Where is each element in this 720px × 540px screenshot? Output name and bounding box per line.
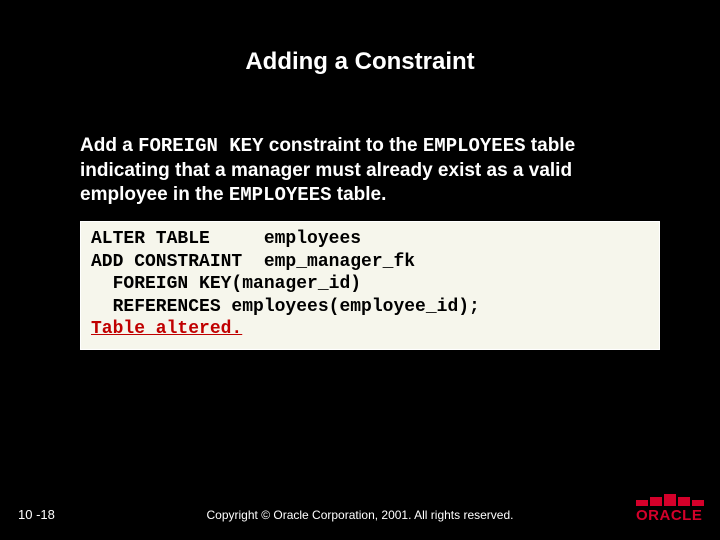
code-line: ADD CONSTRAINT emp_manager_fk: [91, 252, 415, 272]
logo-bars-icon: [636, 494, 704, 506]
body-text: Add a: [80, 135, 138, 156]
logo-text: ORACLE: [636, 507, 704, 524]
slide-title: Adding a Constraint: [0, 0, 720, 76]
body-text: table.: [332, 184, 387, 205]
body-mono-foreign-key: FOREIGN KEY: [138, 135, 263, 157]
code-line: FOREIGN KEY(manager_id): [91, 274, 361, 294]
code-result: Table altered.: [91, 319, 242, 339]
body-text: constraint to the: [263, 135, 422, 156]
code-line: ALTER TABLE employees: [91, 229, 361, 249]
body-mono-employees-1: EMPLOYEES: [423, 135, 526, 157]
sql-code-block: ALTER TABLE employees ADD CONSTRAINT emp…: [80, 221, 660, 350]
oracle-logo: ORACLE: [636, 494, 704, 524]
slide-body: Add a FOREIGN KEY constraint to the EMPL…: [0, 76, 720, 221]
copyright: Copyright © Oracle Corporation, 2001. Al…: [0, 508, 720, 522]
page-number: 10 -18: [18, 507, 55, 522]
footer: 10 -18 Copyright © Oracle Corporation, 2…: [0, 508, 720, 522]
body-mono-employees-2: EMPLOYEES: [229, 184, 332, 206]
code-line: REFERENCES employees(employee_id);: [91, 297, 480, 317]
